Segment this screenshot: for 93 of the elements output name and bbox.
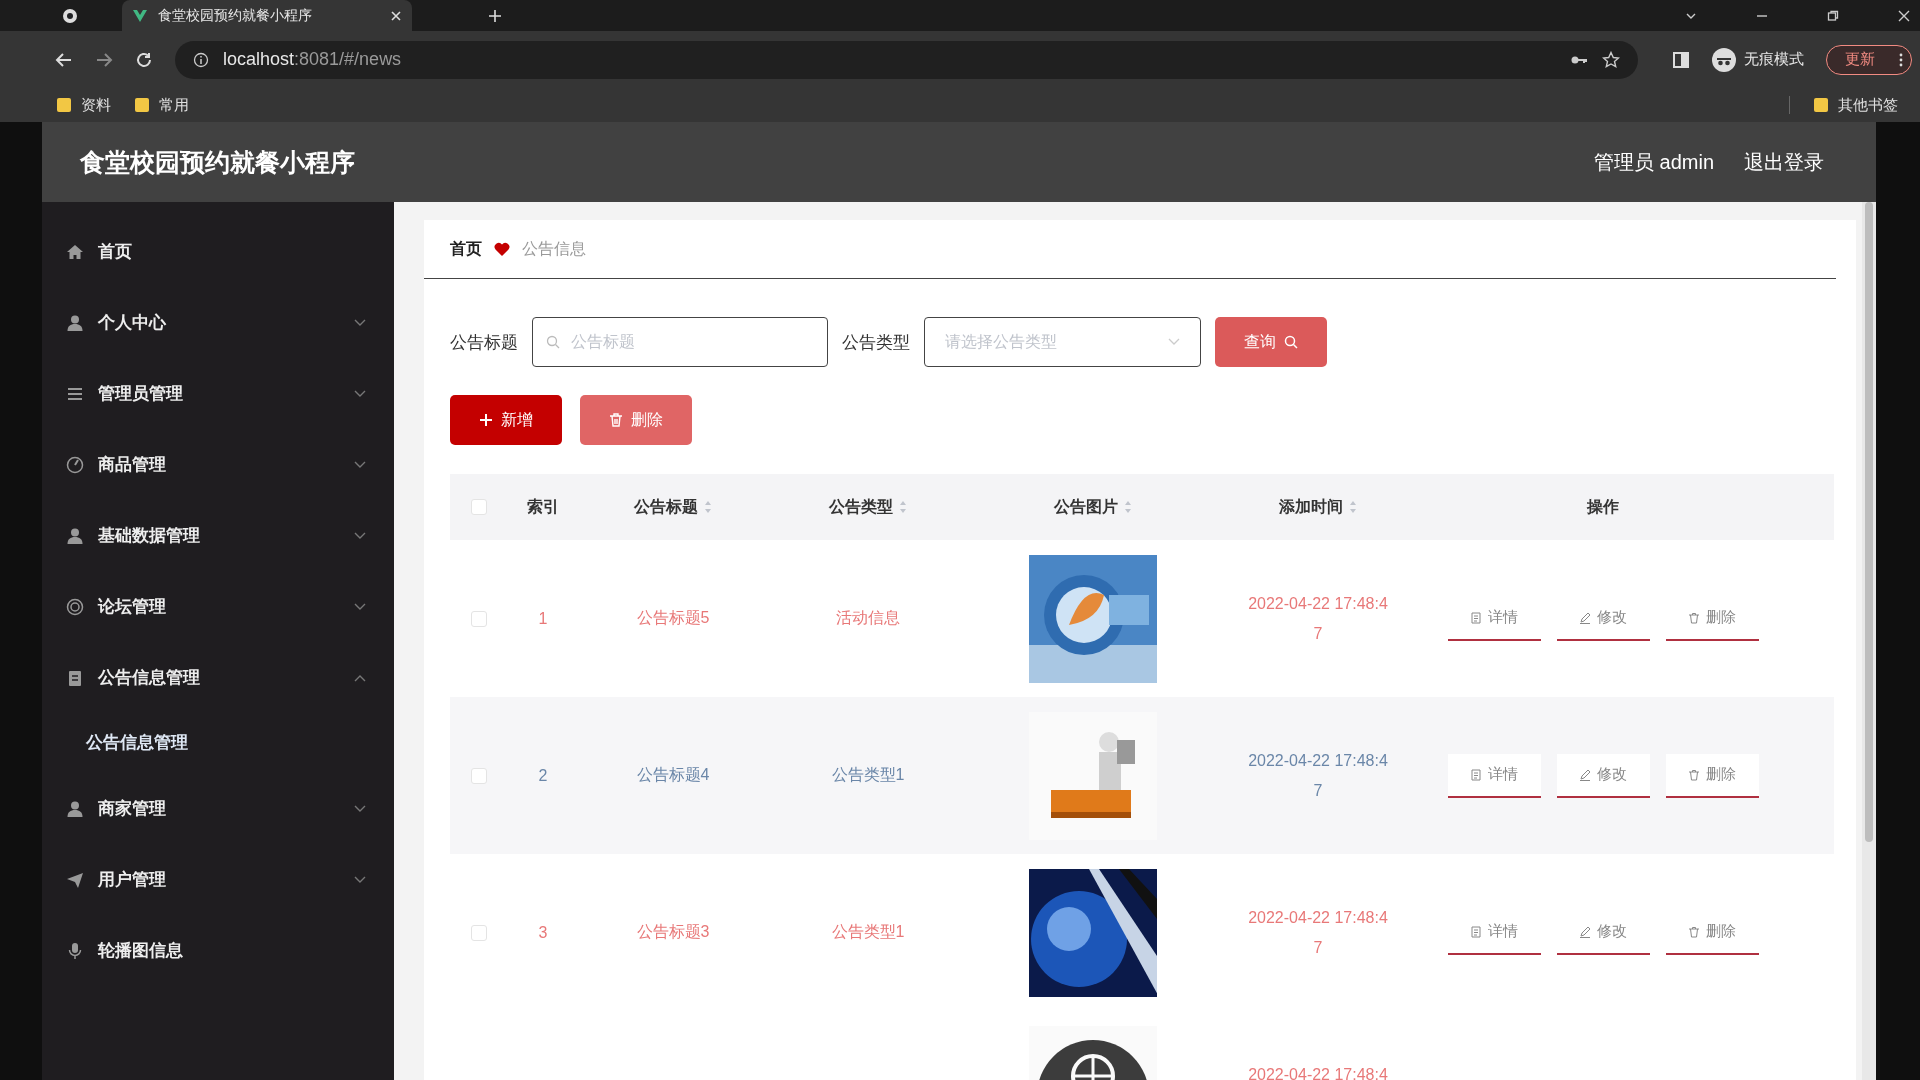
url-text: localhost:8081/#/news	[223, 49, 402, 70]
sidebar-item[interactable]: 轮播图信息	[42, 915, 394, 986]
table-cell: 1	[538, 609, 548, 628]
browser-tab[interactable]: 食堂校园预约就餐小程序	[122, 0, 412, 31]
pencil-icon	[1579, 611, 1591, 624]
reload-icon[interactable]	[135, 50, 153, 69]
column-header[interactable]: 操作	[1587, 496, 1619, 518]
table-cell-text: 2022-04-22 17:48:47	[1247, 750, 1389, 801]
title-search-field[interactable]: 公告标题	[532, 317, 828, 367]
app-title: 食堂校园预约就餐小程序	[80, 146, 355, 178]
breadcrumb-current: 公告信息	[522, 238, 586, 259]
add-button[interactable]: 新增	[450, 395, 562, 445]
column-header[interactable]: 公告图片	[1054, 496, 1118, 518]
row-action-button[interactable]: 删除	[1665, 753, 1759, 798]
table-cell-text: 公告类型1	[831, 922, 905, 942]
trash-icon	[1688, 611, 1700, 624]
back-icon[interactable]	[55, 50, 73, 69]
column-header[interactable]: 公告类型	[829, 496, 893, 518]
table-cell-text: 2022-04-22 17:48:4	[1247, 1064, 1389, 1080]
select-all-checkbox[interactable]	[471, 499, 487, 515]
document-icon	[1470, 925, 1482, 938]
trash-icon	[1688, 768, 1700, 781]
query-button[interactable]: 查询	[1215, 317, 1327, 367]
pencil-icon	[1579, 768, 1591, 781]
row-action-button[interactable]: 修改	[1556, 753, 1650, 798]
bookmark[interactable]: 常用	[135, 95, 189, 115]
home-icon	[66, 242, 84, 261]
plus-icon	[479, 413, 493, 427]
row-checkbox[interactable]	[471, 767, 487, 784]
plane-icon	[66, 870, 84, 889]
search-icon	[546, 335, 560, 349]
row-checkbox[interactable]	[471, 924, 487, 941]
pencil-icon	[1579, 925, 1591, 938]
info-icon	[193, 51, 209, 68]
table-cell-text: 公告标题5	[636, 608, 710, 628]
sidebar-item[interactable]: 商品管理	[42, 429, 394, 500]
person-icon	[66, 313, 84, 332]
sidebar-item[interactable]: 论坛管理	[42, 571, 394, 642]
trash-icon	[609, 413, 623, 427]
address-field[interactable]: localhost:8081/#/news	[175, 40, 1638, 79]
column-header[interactable]: 公告标题	[634, 496, 698, 518]
table-cell-text: 2022-04-22 17:48:47	[1247, 593, 1389, 644]
update-button[interactable]: 更新	[1826, 44, 1912, 75]
breadcrumb-home[interactable]: 首页	[450, 238, 482, 260]
sidebar-item[interactable]: 公告信息管理	[42, 642, 394, 713]
logout-link[interactable]: 退出登录	[1744, 148, 1824, 176]
table-cell: 2	[538, 766, 548, 785]
vue-logo-icon	[132, 7, 148, 24]
side-panel-icon[interactable]	[1672, 50, 1690, 69]
gauge-icon	[66, 455, 84, 474]
sidebar-item[interactable]: 用户管理	[42, 844, 394, 915]
microphone-icon	[66, 941, 84, 960]
field-label: 公告标题	[450, 331, 518, 354]
clipboard-icon	[66, 668, 84, 687]
sidebar-item[interactable]: 首页	[42, 216, 394, 287]
scrollbar[interactable]	[1862, 202, 1876, 1080]
person-icon	[66, 799, 84, 818]
close-icon[interactable]	[1898, 9, 1910, 22]
table-cell-text: 2022-04-22 17:48:47	[1247, 907, 1389, 958]
row-checkbox[interactable]	[471, 610, 487, 627]
user-name: 管理员 admin	[1593, 149, 1714, 175]
column-header[interactable]: 添加时间	[1279, 496, 1343, 518]
table-cell-text: 公告标题4	[636, 765, 710, 785]
bookmark[interactable]: 资料	[57, 95, 111, 115]
sidebar-subitem[interactable]: 公告信息管理	[42, 713, 394, 773]
person-icon	[66, 526, 84, 545]
browser-icon[interactable]	[62, 7, 78, 24]
table-cell-text: 公告标题3	[636, 922, 710, 942]
column-header[interactable]: 索引	[527, 496, 559, 518]
sidebar-item[interactable]: 基础数据管理	[42, 500, 394, 571]
close-icon[interactable]	[390, 9, 402, 22]
document-icon	[1470, 611, 1482, 624]
ring-icon	[66, 597, 84, 616]
table-cell: 3	[538, 923, 548, 942]
document-icon	[1470, 768, 1482, 781]
trash-icon	[1688, 925, 1700, 938]
search-icon	[1284, 335, 1298, 349]
table-cell-text: 公告类型1	[831, 765, 905, 785]
incognito-label: 无痕模式	[1744, 50, 1804, 69]
field-label: 公告类型	[842, 331, 910, 354]
table-cell-text: 活动信息	[836, 608, 900, 628]
restore-icon[interactable]	[1827, 9, 1839, 22]
tab-title: 食堂校园预约就餐小程序	[158, 6, 313, 25]
forward-icon[interactable]	[95, 50, 113, 69]
bookmark[interactable]: 其他书签	[1814, 95, 1898, 115]
star-icon[interactable]	[1602, 50, 1620, 69]
new-tab-icon[interactable]	[488, 8, 502, 23]
heart-icon	[494, 242, 510, 256]
sidebar-item[interactable]: 个人中心	[42, 287, 394, 358]
sidebar-item[interactable]: 管理员管理	[42, 358, 394, 429]
incognito-icon[interactable]	[1712, 47, 1736, 72]
row-action-button[interactable]: 详情	[1447, 753, 1541, 798]
sidebar-item[interactable]: 商家管理	[42, 773, 394, 844]
